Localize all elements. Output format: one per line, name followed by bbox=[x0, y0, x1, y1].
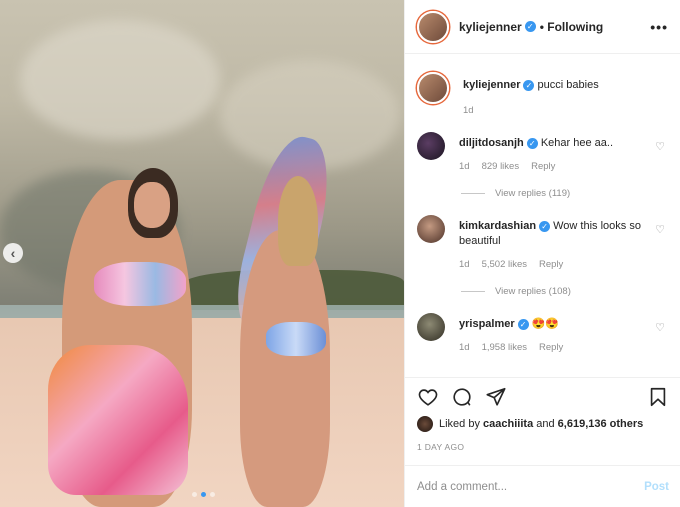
post-comment-button[interactable]: Post bbox=[644, 481, 669, 493]
verified-badge-icon: ✓ bbox=[539, 220, 551, 232]
action-icons-row bbox=[417, 386, 669, 408]
verified-badge-icon: ✓ bbox=[526, 137, 538, 149]
person-right bbox=[240, 230, 330, 507]
comment-likes[interactable]: 5,502 likes bbox=[482, 257, 527, 272]
comment-item: diljitdosanjh ✓ Kehar hee aa.. 1d 829 lik… bbox=[405, 132, 680, 174]
commenter-username[interactable]: yrispalmer bbox=[459, 318, 515, 330]
liked-by-prefix: Liked by bbox=[439, 418, 480, 430]
comments-list[interactable]: kyliejenner ✓ pucci babies 1d diljitdosan… bbox=[405, 62, 680, 376]
liked-by-user[interactable]: caachiiita bbox=[483, 418, 533, 430]
comment-item: yrispalmer ✓ 😍😍 1d 1,958 likes Reply ♡ bbox=[405, 313, 680, 355]
add-comment-bar: Post bbox=[405, 465, 680, 507]
person-right-swimsuit bbox=[266, 322, 326, 356]
comment-item: kimkardashian ✓ Wow this looks so beautif… bbox=[405, 215, 680, 272]
post-side-panel: kyliejenner ✓ • Following ••• kyliejenne… bbox=[404, 0, 680, 507]
carousel-dot bbox=[210, 492, 215, 497]
verified-badge-icon: ✓ bbox=[517, 318, 529, 330]
post-actions: Liked by caachiiita and 6,619,136 others… bbox=[405, 377, 680, 452]
comment-text: Kehar hee aa.. bbox=[540, 137, 614, 149]
like-heart-icon[interactable] bbox=[417, 386, 439, 408]
comment-like-heart-icon[interactable]: ♡ bbox=[655, 321, 665, 334]
commenter-username[interactable]: kimkardashian bbox=[459, 220, 536, 232]
likes-count-button[interactable]: 6,619,136 others bbox=[558, 418, 644, 430]
comment-likes[interactable]: 1,958 likes bbox=[482, 340, 527, 355]
caption-username[interactable]: kyliejenner bbox=[463, 79, 520, 91]
view-replies-button[interactable]: View replies (119) bbox=[405, 188, 680, 199]
post-image[interactable]: ‹ bbox=[0, 0, 404, 507]
caption-time: 1d bbox=[463, 105, 474, 116]
comment-like-heart-icon[interactable]: ♡ bbox=[655, 140, 665, 153]
commenter-avatar[interactable] bbox=[417, 313, 445, 341]
likes-summary: Liked by caachiiita and 6,619,136 others bbox=[417, 416, 669, 432]
comment-time: 1d bbox=[459, 342, 470, 353]
replies-divider bbox=[461, 193, 485, 194]
comment-time: 1d bbox=[459, 259, 470, 270]
replies-divider bbox=[461, 291, 485, 292]
carousel-prev-button[interactable]: ‹ bbox=[3, 243, 23, 263]
commenter-username[interactable]: diljitdosanjh bbox=[459, 137, 524, 149]
share-paper-plane-icon[interactable] bbox=[485, 386, 507, 408]
view-replies-button[interactable]: View replies (108) bbox=[405, 286, 680, 297]
post-caption: kyliejenner ✓ pucci babies 1d bbox=[405, 62, 680, 118]
post-timestamp[interactable]: 1 DAY AGO bbox=[417, 442, 669, 452]
reply-button[interactable]: Reply bbox=[539, 340, 563, 355]
view-replies-label: View replies (108) bbox=[495, 286, 571, 297]
view-replies-label: View replies (119) bbox=[495, 188, 571, 199]
comment-bubble-icon[interactable] bbox=[451, 386, 473, 408]
comment-input[interactable] bbox=[417, 480, 645, 493]
cloud bbox=[20, 20, 220, 140]
author-avatar[interactable] bbox=[417, 10, 449, 43]
person-right-hair bbox=[278, 176, 318, 266]
comment-like-heart-icon[interactable]: ♡ bbox=[655, 223, 665, 236]
liker-avatar[interactable] bbox=[417, 416, 433, 432]
carousel-dot-active bbox=[201, 492, 206, 497]
reply-button[interactable]: Reply bbox=[531, 159, 555, 174]
commenter-avatar[interactable] bbox=[417, 132, 445, 160]
post-header: kyliejenner ✓ • Following ••• bbox=[405, 0, 680, 54]
person-left-face bbox=[134, 182, 170, 228]
comment-likes[interactable]: 829 likes bbox=[482, 159, 520, 174]
person-left-sarong bbox=[48, 345, 188, 495]
verified-badge-icon: ✓ bbox=[523, 79, 535, 91]
bookmark-icon[interactable] bbox=[647, 386, 669, 408]
comment-time: 1d bbox=[459, 161, 470, 172]
carousel-dot bbox=[192, 492, 197, 497]
author-username[interactable]: kyliejenner bbox=[459, 20, 522, 34]
following-button[interactable]: • Following bbox=[540, 20, 604, 34]
person-left-bikini-top bbox=[94, 262, 186, 306]
liked-by-and: and bbox=[536, 418, 555, 430]
verified-badge-icon: ✓ bbox=[524, 21, 536, 32]
caption-text: pucci babies bbox=[537, 79, 599, 91]
reply-button[interactable]: Reply bbox=[539, 257, 563, 272]
chevron-left-icon: ‹ bbox=[10, 245, 16, 261]
more-options-icon[interactable]: ••• bbox=[650, 19, 668, 35]
carousel-indicator bbox=[192, 492, 215, 497]
comment-text: 😍😍 bbox=[531, 318, 560, 330]
caption-author-avatar[interactable] bbox=[417, 72, 449, 104]
commenter-avatar[interactable] bbox=[417, 215, 445, 243]
